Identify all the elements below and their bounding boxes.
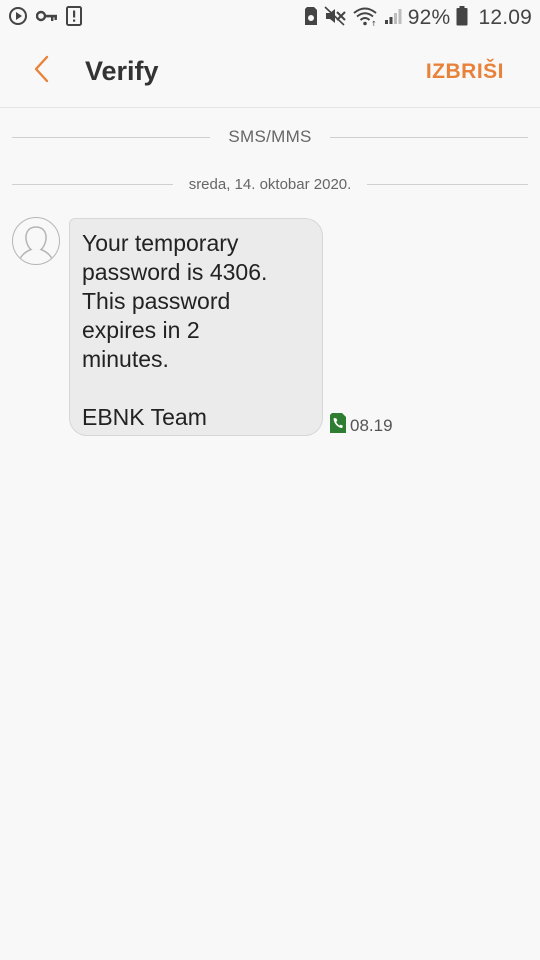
person-icon [18,226,54,261]
sim-icon [304,6,318,31]
app-header: Verify IZBRIŠI [0,36,540,108]
contact-avatar[interactable] [12,217,60,265]
status-bar-right: ↑↓ 92% 12.09 [304,5,532,31]
vpn-key-icon [35,9,58,28]
divider-line [12,184,173,185]
message-time: 08.19 [350,415,393,435]
channel-label: SMS/MMS [228,127,312,146]
status-bar-left [8,5,82,31]
signal-icon [384,7,402,30]
status-bar: ↑↓ 92% 12.09 [0,0,540,36]
date-label: sreda, 14. oktobar 2020. [188,176,352,193]
wifi-icon: ↑↓ [352,6,383,31]
media-play-icon [8,6,28,31]
page-title: Verify [85,56,159,86]
alert-icon [66,5,82,31]
delete-button[interactable]: IZBRIŠI [426,60,504,84]
sim-phone-icon [329,412,347,439]
battery-percent: 92% [407,6,451,29]
date-divider: sreda, 14. oktobar 2020. [12,176,528,193]
divider-line [329,136,529,138]
channel-divider: SMS/MMS [12,127,529,147]
message-text: Your temporary password is 4306. This pa… [82,230,268,430]
battery-icon [456,5,468,31]
divider-line [367,184,528,185]
back-button[interactable] [24,54,58,88]
status-time: 12.09 [478,6,532,29]
message-bubble[interactable]: Your temporary password is 4306. This pa… [69,218,323,436]
divider-line [12,136,211,138]
chevron-left-icon [32,55,50,88]
mute-icon [324,5,346,31]
message-meta: 08.19 [329,412,393,439]
svg-text:↑↓: ↑↓ [371,20,378,26]
